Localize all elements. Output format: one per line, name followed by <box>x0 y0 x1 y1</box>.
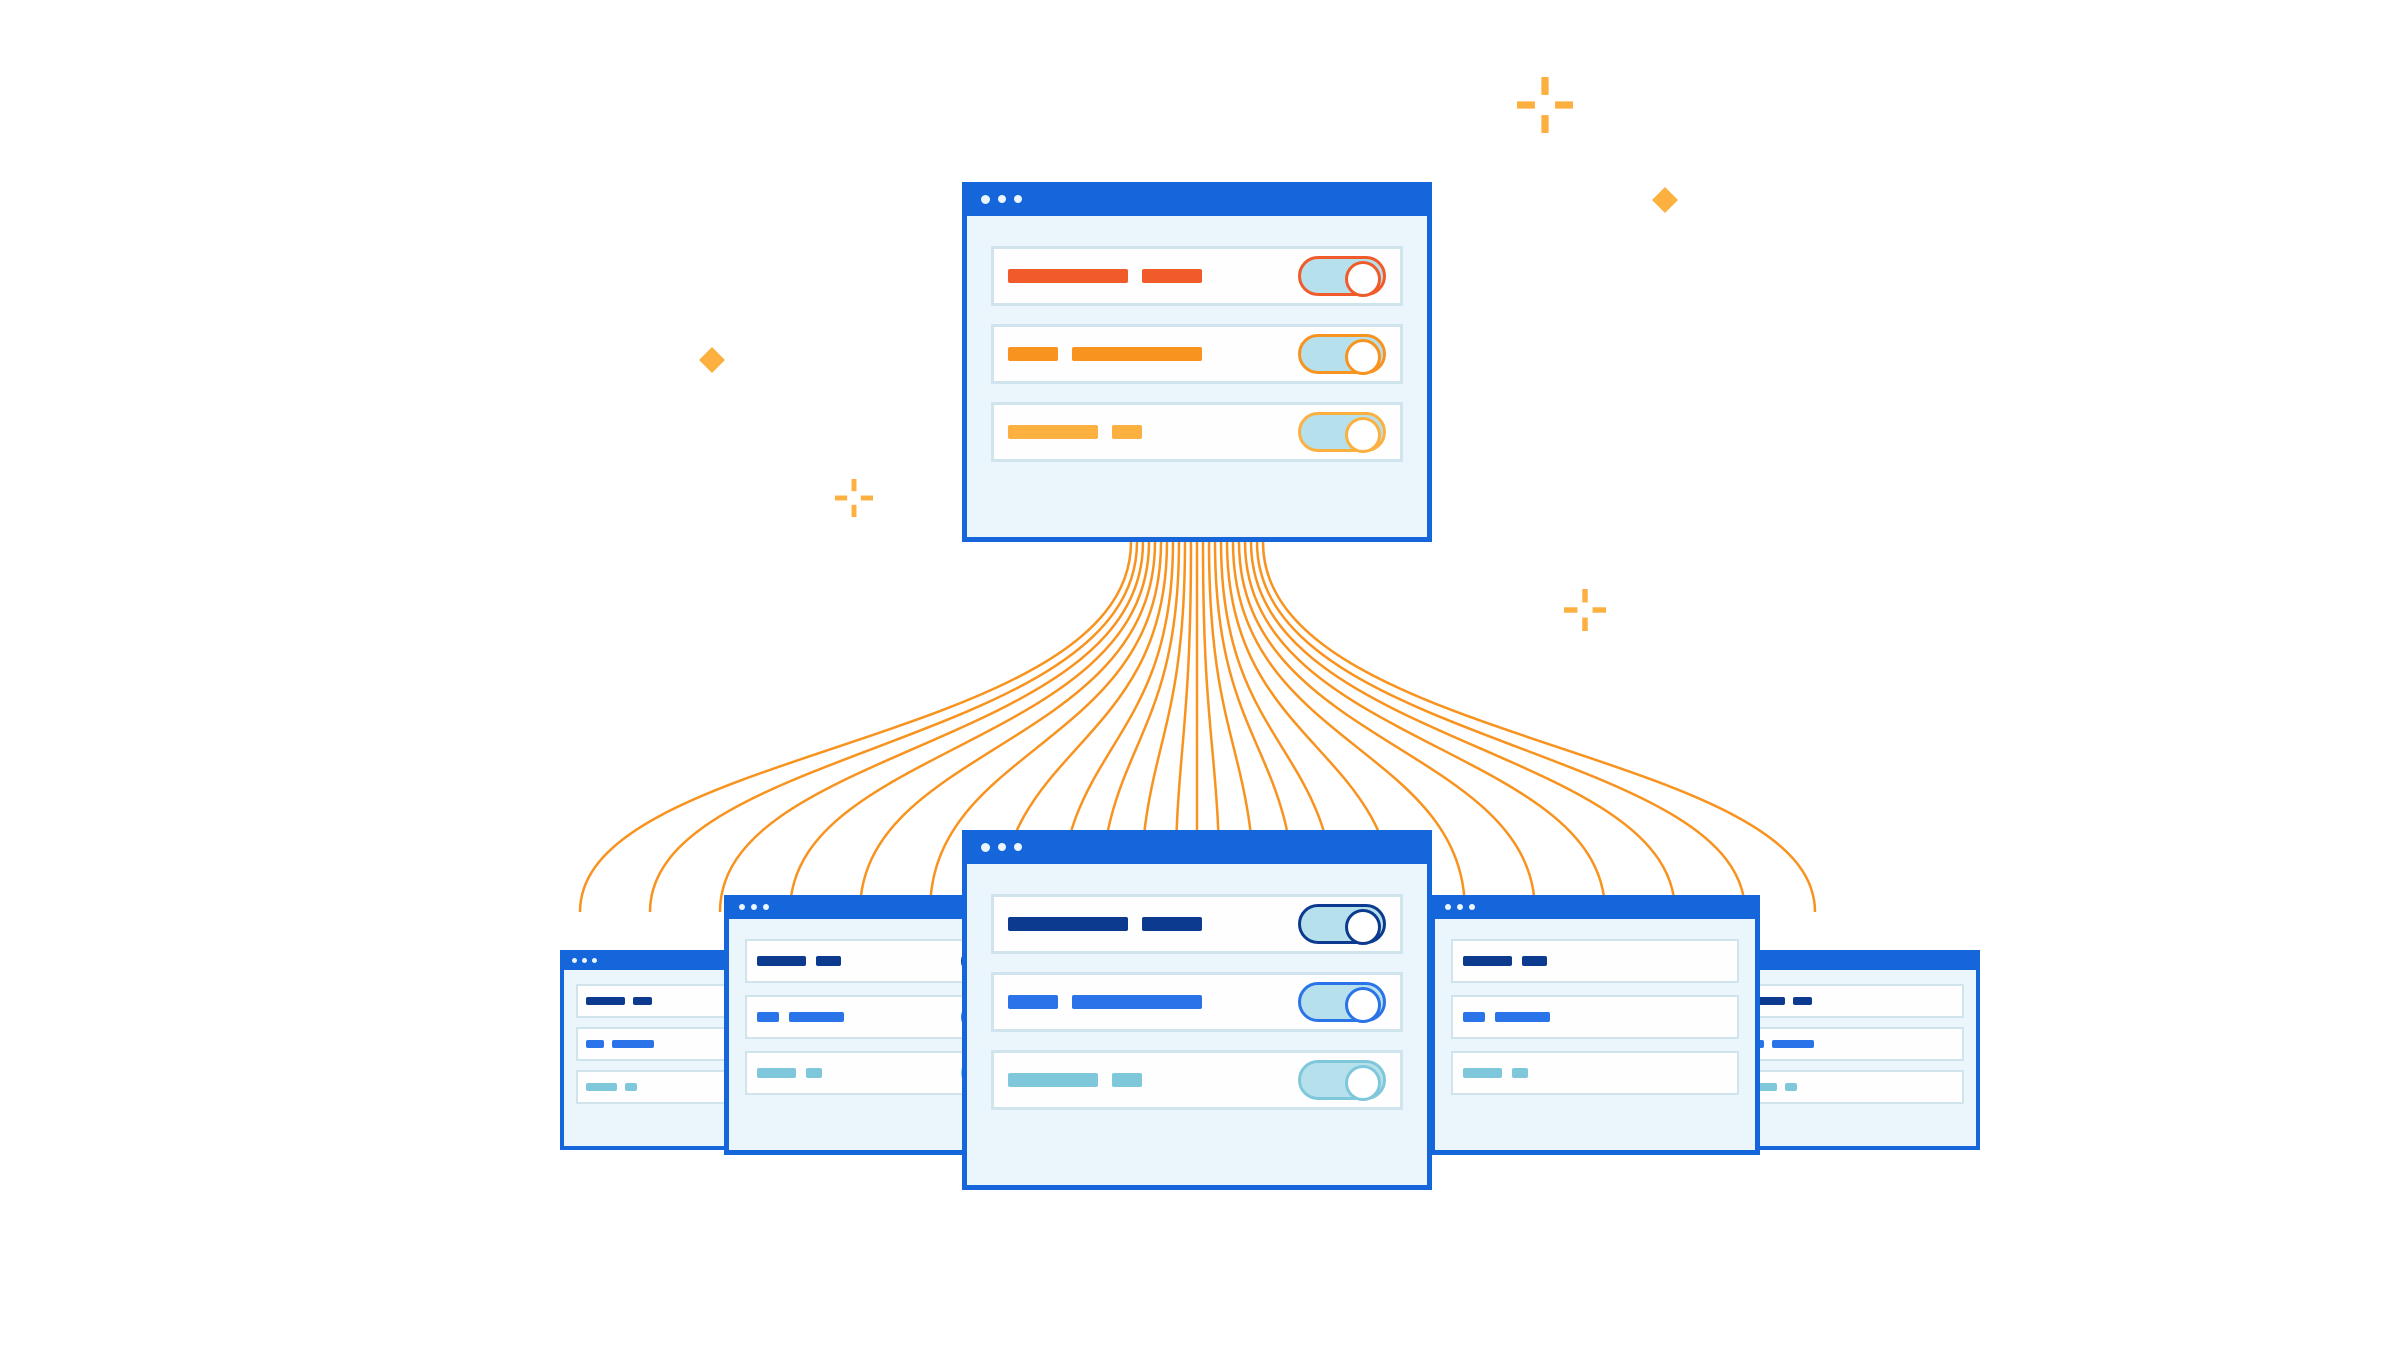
window-body <box>1435 919 1755 1150</box>
settings-row <box>991 324 1403 384</box>
window-dot-icon <box>1469 904 1475 910</box>
text-bar-icon <box>1495 1012 1550 1022</box>
settings-row <box>1736 984 1964 1018</box>
text-bar-icon <box>1008 269 1128 283</box>
text-bar-icon <box>1008 995 1058 1009</box>
window-body <box>967 864 1427 1185</box>
window-dot-icon <box>998 843 1006 851</box>
window-body <box>967 216 1427 537</box>
toggle-switch[interactable] <box>1298 904 1386 944</box>
text-bar-icon <box>1522 956 1547 966</box>
settings-row <box>991 402 1403 462</box>
window-dot-icon <box>1445 904 1451 910</box>
window-dot-icon <box>582 958 587 963</box>
window-titlebar <box>1435 895 1755 919</box>
settings-row <box>991 894 1403 954</box>
text-bar-icon <box>586 1083 617 1091</box>
text-bar-icon <box>1142 917 1202 931</box>
toggle-switch[interactable] <box>1298 334 1386 374</box>
toggle-switch[interactable] <box>1298 982 1386 1022</box>
diagram-stage <box>0 0 2400 1350</box>
text-bar-icon <box>1008 917 1128 931</box>
text-bar-icon <box>789 1012 844 1022</box>
text-bar-icon <box>625 1083 637 1091</box>
text-bar-icon <box>586 1040 604 1048</box>
text-bar-icon <box>1463 956 1512 966</box>
text-bar-icon <box>633 997 653 1005</box>
plus-sparkle-icon <box>1517 77 1573 133</box>
settings-row <box>1736 1070 1964 1104</box>
window-body <box>1724 970 1976 1146</box>
text-bar-icon <box>1512 1068 1527 1078</box>
window-dot-icon <box>751 904 757 910</box>
window-titlebar <box>967 830 1427 864</box>
text-bar-icon <box>806 1068 821 1078</box>
window-dot-icon <box>1457 904 1463 910</box>
source-window <box>962 182 1432 542</box>
plus-sparkle-icon <box>835 479 873 517</box>
text-bar-icon <box>1785 1083 1797 1091</box>
settings-row <box>991 246 1403 306</box>
text-bar-icon <box>1463 1068 1502 1078</box>
toggle-switch[interactable] <box>1298 412 1386 452</box>
text-bar-icon <box>1142 269 1202 283</box>
settings-row <box>1451 939 1739 983</box>
text-bar-icon <box>757 1012 779 1022</box>
window-dot-icon <box>981 195 990 204</box>
child-window-center <box>962 830 1432 1190</box>
window-dot-icon <box>998 195 1006 203</box>
text-bar-icon <box>1072 347 1202 361</box>
text-bar-icon <box>757 1068 796 1078</box>
child-window-right2 <box>1430 895 1760 1155</box>
plus-sparkle-icon <box>1564 589 1606 631</box>
diamond-sparkle-icon <box>1652 187 1678 213</box>
window-titlebar <box>1724 950 1976 970</box>
window-dot-icon <box>763 904 769 910</box>
text-bar-icon <box>1072 995 1202 1009</box>
text-bar-icon <box>1463 1012 1485 1022</box>
window-dot-icon <box>1014 843 1022 851</box>
toggle-switch[interactable] <box>1298 256 1386 296</box>
settings-row <box>1736 1027 1964 1061</box>
text-bar-icon <box>586 997 625 1005</box>
settings-row <box>1451 995 1739 1039</box>
text-bar-icon <box>1008 425 1098 439</box>
settings-row <box>991 1050 1403 1110</box>
window-dot-icon <box>739 904 745 910</box>
diamond-sparkle-icon <box>699 347 725 373</box>
text-bar-icon <box>816 956 841 966</box>
text-bar-icon <box>1008 347 1058 361</box>
window-dot-icon <box>1014 195 1022 203</box>
window-dot-icon <box>572 958 577 963</box>
text-bar-icon <box>612 1040 655 1048</box>
text-bar-icon <box>757 956 806 966</box>
text-bar-icon <box>1112 425 1142 439</box>
settings-row <box>1451 1051 1739 1095</box>
text-bar-icon <box>1793 997 1813 1005</box>
window-dot-icon <box>592 958 597 963</box>
text-bar-icon <box>1008 1073 1098 1087</box>
window-dot-icon <box>981 843 990 852</box>
toggle-switch[interactable] <box>1298 1060 1386 1100</box>
window-titlebar <box>967 182 1427 216</box>
text-bar-icon <box>1112 1073 1142 1087</box>
text-bar-icon <box>1772 1040 1815 1048</box>
settings-row <box>991 972 1403 1032</box>
